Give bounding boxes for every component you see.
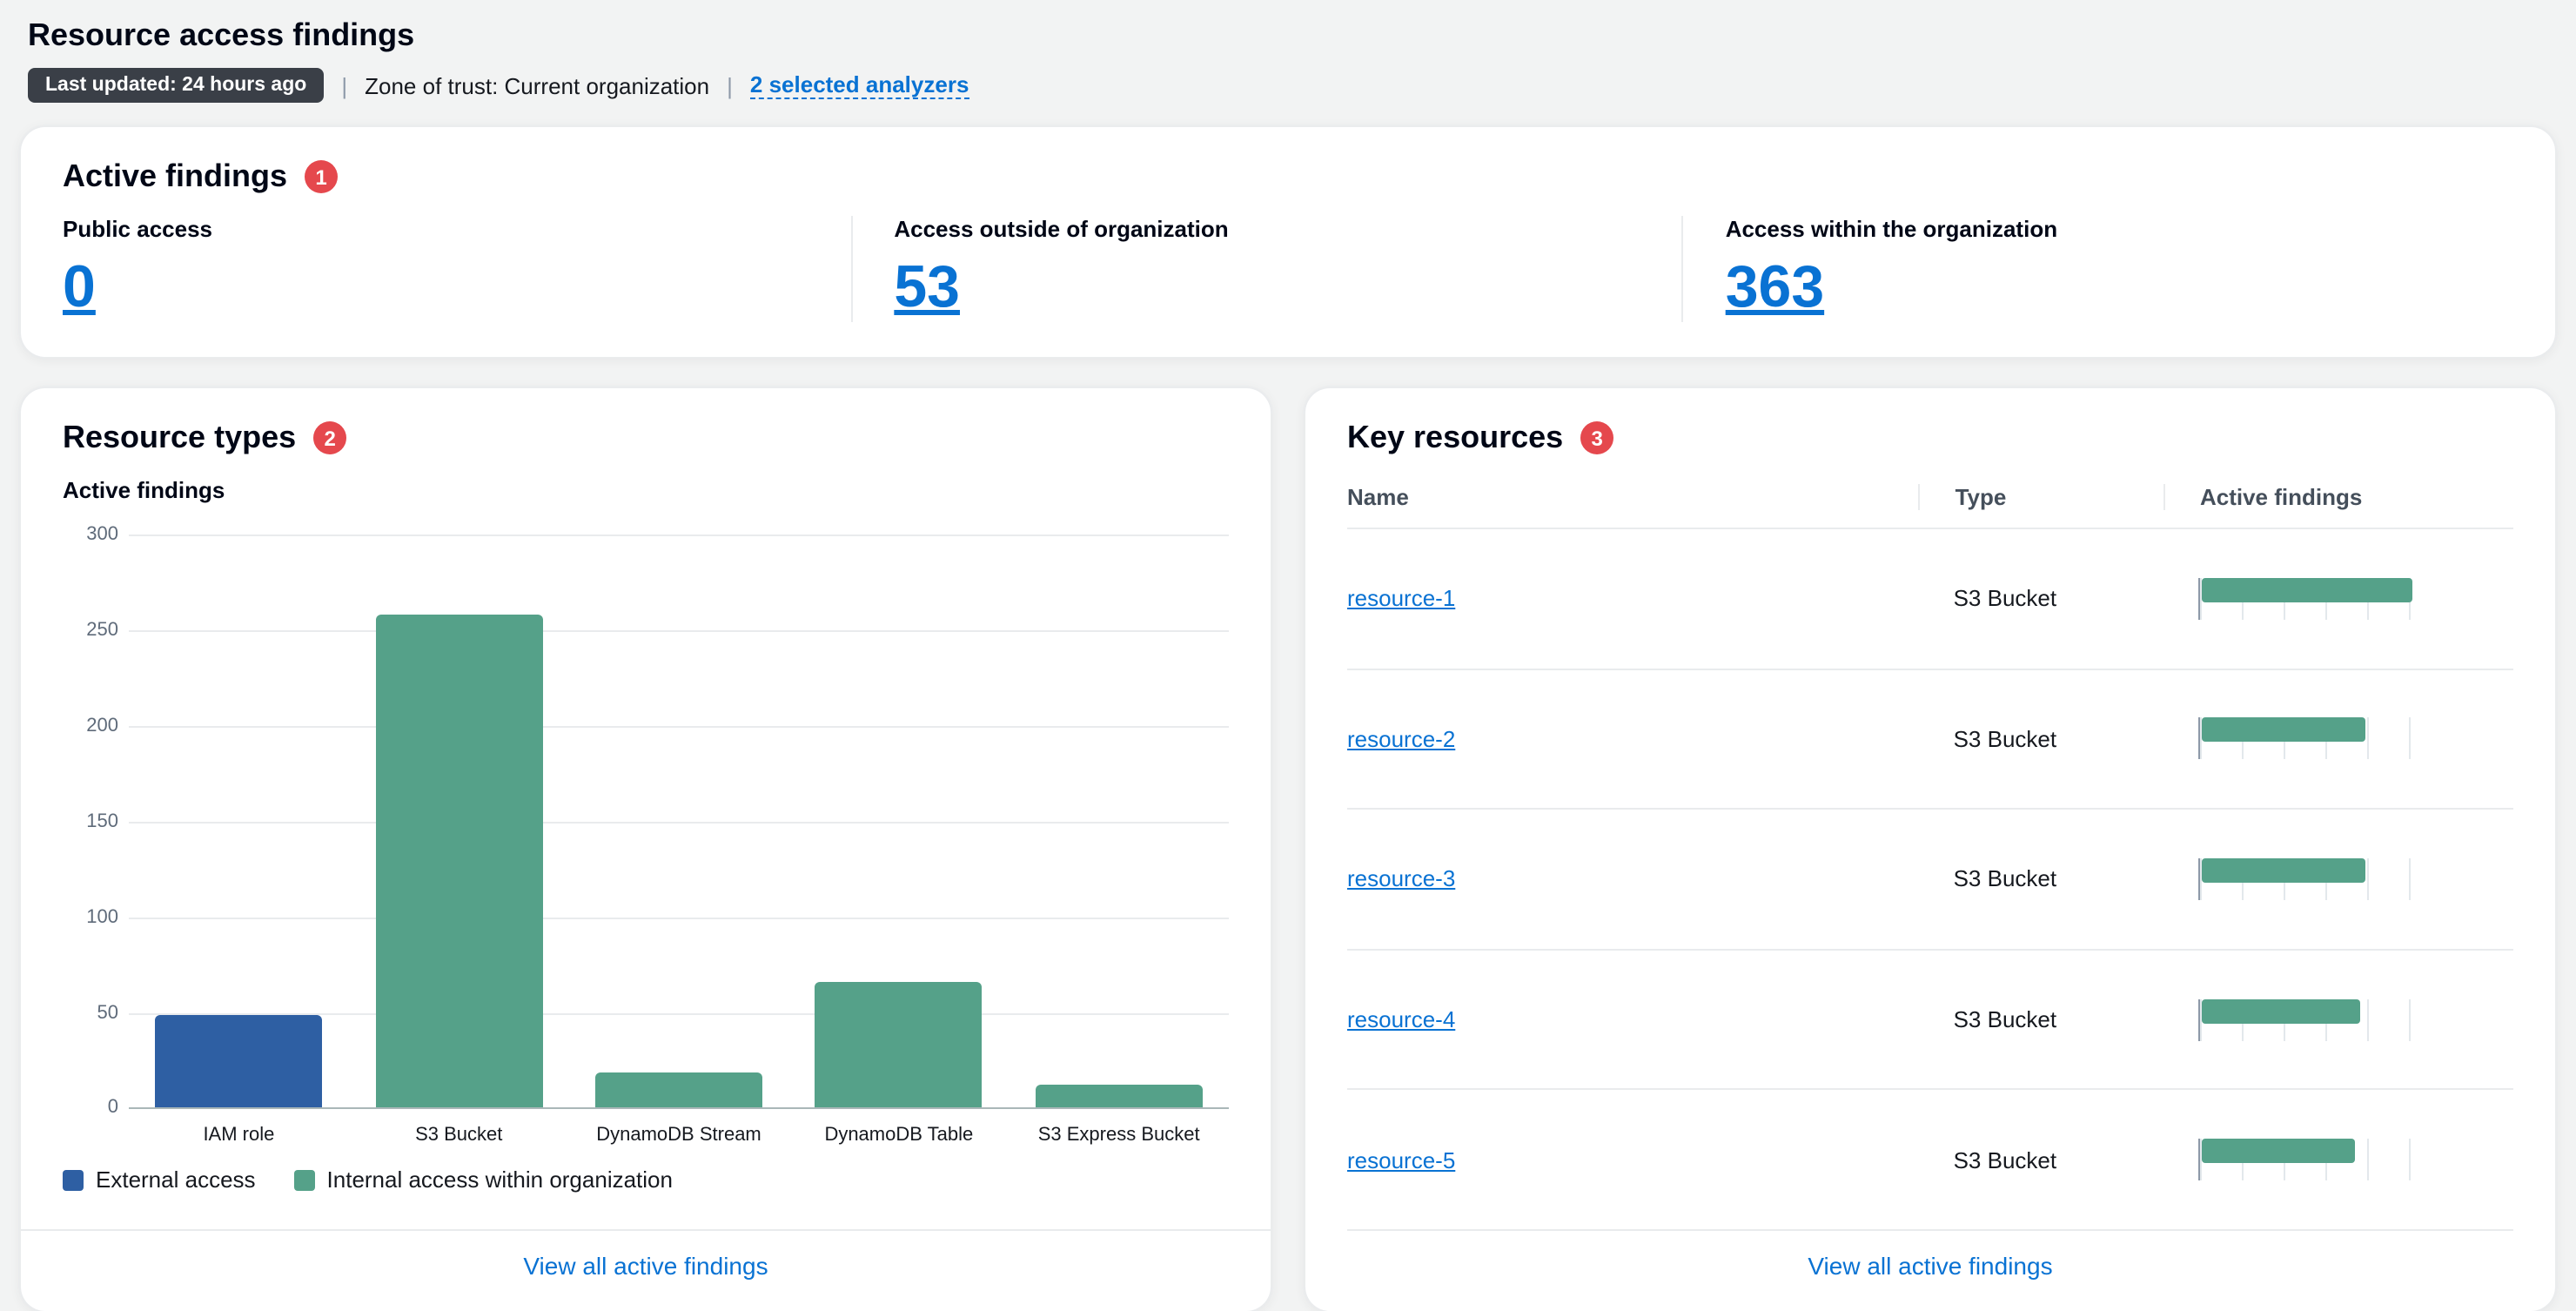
mini-bar [2202,1139,2356,1163]
resource-link[interactable]: resource-2 [1347,726,1455,752]
legend-item-external-access: External access [63,1166,256,1193]
metric-label: Public access [63,216,808,242]
active-findings-mini-chart [2198,718,2411,760]
annotation-badge-3: 3 [1580,421,1613,454]
access-outside-org-count-link[interactable]: 53 [894,252,960,322]
metric-public-access: Public access 0 [63,216,850,322]
table-header-row: Name Type Active findings [1347,484,2513,529]
cards-container: Active findings 1 Public access 0 Access… [0,103,2576,1311]
view-all-active-findings-link[interactable]: View all active findings [1808,1252,2052,1280]
key-resources-table: Name Type Active findings resource-1 S3 … [1347,484,2513,1231]
active-findings-title-row: Active findings 1 [63,158,2513,195]
active-findings-card: Active findings 1 Public access 0 Access… [21,127,2555,357]
bar-dynamodb-table [815,982,983,1107]
resource-types-footer: View all active findings [21,1229,1271,1287]
mini-bar [2202,998,2360,1023]
column-header-name: Name [1347,484,1919,510]
table-row: resource-4 S3 Bucket [1347,951,2513,1091]
legend-label: Internal access within organization [327,1166,673,1193]
mini-bar [2202,718,2366,743]
resource-type: S3 Bucket [1919,586,2163,612]
y-axis-tick: 200 [52,716,118,736]
chart-legend: External access Internal access within o… [63,1166,1229,1193]
mini-bar [2202,858,2366,883]
bar-chart-plot: 300 250 200 150 100 50 0 [129,534,1229,1109]
legend-swatch-blue [63,1169,84,1190]
key-resources-footer: View all active findings [1347,1231,2513,1287]
metric-label: Access outside of organization [894,216,1640,242]
bar-iam-role [155,1015,322,1107]
column-header-active-findings: Active findings [2163,484,2513,510]
x-axis-labels: IAM role S3 Bucket DynamoDB Stream Dynam… [129,1109,1229,1146]
bar-s3-express-bucket [1036,1085,1203,1107]
y-axis-tick: 300 [52,524,118,545]
x-axis-label: S3 Express Bucket [1009,1125,1229,1146]
key-resources-card: Key resources 3 Name Type Active finding… [1305,388,2555,1311]
y-axis-tick: 100 [52,907,118,928]
resource-link[interactable]: resource-4 [1347,1006,1455,1032]
legend-item-internal-access: Internal access within organization [294,1166,673,1193]
resource-types-title-row: Resource types 2 [63,420,1229,456]
chart-subtitle: Active findings [63,477,1229,503]
y-axis-tick: 150 [52,811,118,832]
resource-type: S3 Bucket [1919,1006,2163,1032]
annotation-badge-1: 1 [305,160,338,193]
x-axis-label: DynamoDB Table [788,1125,1009,1146]
page-title: Resource access findings [28,17,2548,54]
resource-link[interactable]: resource-1 [1347,586,1455,612]
active-findings-mini-chart [2198,1139,2411,1180]
view-all-active-findings-link[interactable]: View all active findings [523,1252,768,1280]
resource-type: S3 Bucket [1919,726,2163,752]
legend-swatch-teal [294,1169,315,1190]
bar-series [129,534,1229,1107]
resource-types-card: Resource types 2 Active findings 300 250… [21,388,1271,1311]
zone-of-trust-label: Zone of trust: Current organization [365,72,709,98]
public-access-count-link[interactable]: 0 [63,252,96,322]
last-updated-badge: Last updated: 24 hours ago [28,68,324,103]
meta-separator: | [727,72,733,98]
resource-access-findings-page: Resource access findings Last updated: 2… [0,0,2576,1309]
key-resources-title-row: Key resources 3 [1347,420,2513,456]
metric-access-within-org: Access within the organization 363 [1682,216,2513,322]
selected-analyzers-link[interactable]: 2 selected analyzers [750,71,969,99]
page-header: Resource access findings Last updated: 2… [0,0,2576,103]
resource-type: S3 Bucket [1919,866,2163,892]
annotation-badge-2: 2 [313,421,346,454]
table-row: resource-3 S3 Bucket [1347,810,2513,950]
y-axis-tick: 50 [52,1003,118,1024]
table-row: resource-5 S3 Bucket [1347,1091,2513,1231]
x-axis-label: S3 Bucket [349,1125,569,1146]
key-resources-title: Key resources [1347,420,1563,456]
table-row: resource-1 S3 Bucket [1347,529,2513,669]
bar-s3-bucket [375,615,542,1107]
legend-label: External access [96,1166,256,1193]
resource-types-title: Resource types [63,420,296,456]
x-axis-label: IAM role [129,1125,349,1146]
resource-type: S3 Bucket [1919,1146,2163,1173]
active-findings-mini-chart [2198,998,2411,1040]
column-header-type: Type [1919,484,2163,510]
metric-label: Access within the organization [1726,216,2472,242]
table-row: resource-2 S3 Bucket [1347,669,2513,810]
metric-access-outside-org: Access outside of organization 53 [850,216,1681,322]
x-axis-label: DynamoDB Stream [569,1125,789,1146]
resource-link[interactable]: resource-3 [1347,866,1455,892]
mini-bar [2202,578,2412,602]
access-within-org-count-link[interactable]: 363 [1726,252,1824,322]
header-meta: Last updated: 24 hours ago | Zone of tru… [28,68,2548,103]
metrics-row: Public access 0 Access outside of organi… [63,216,2513,322]
active-findings-mini-chart [2198,578,2411,620]
y-axis-tick: 0 [52,1097,118,1118]
y-axis-tick: 250 [52,620,118,641]
dashboard-columns: Resource types 2 Active findings 300 250… [21,388,2555,1311]
bar-dynamodb-stream [595,1072,762,1107]
active-findings-mini-chart [2198,858,2411,900]
active-findings-title: Active findings [63,158,287,195]
meta-separator: | [341,72,347,98]
resource-link[interactable]: resource-5 [1347,1146,1455,1173]
